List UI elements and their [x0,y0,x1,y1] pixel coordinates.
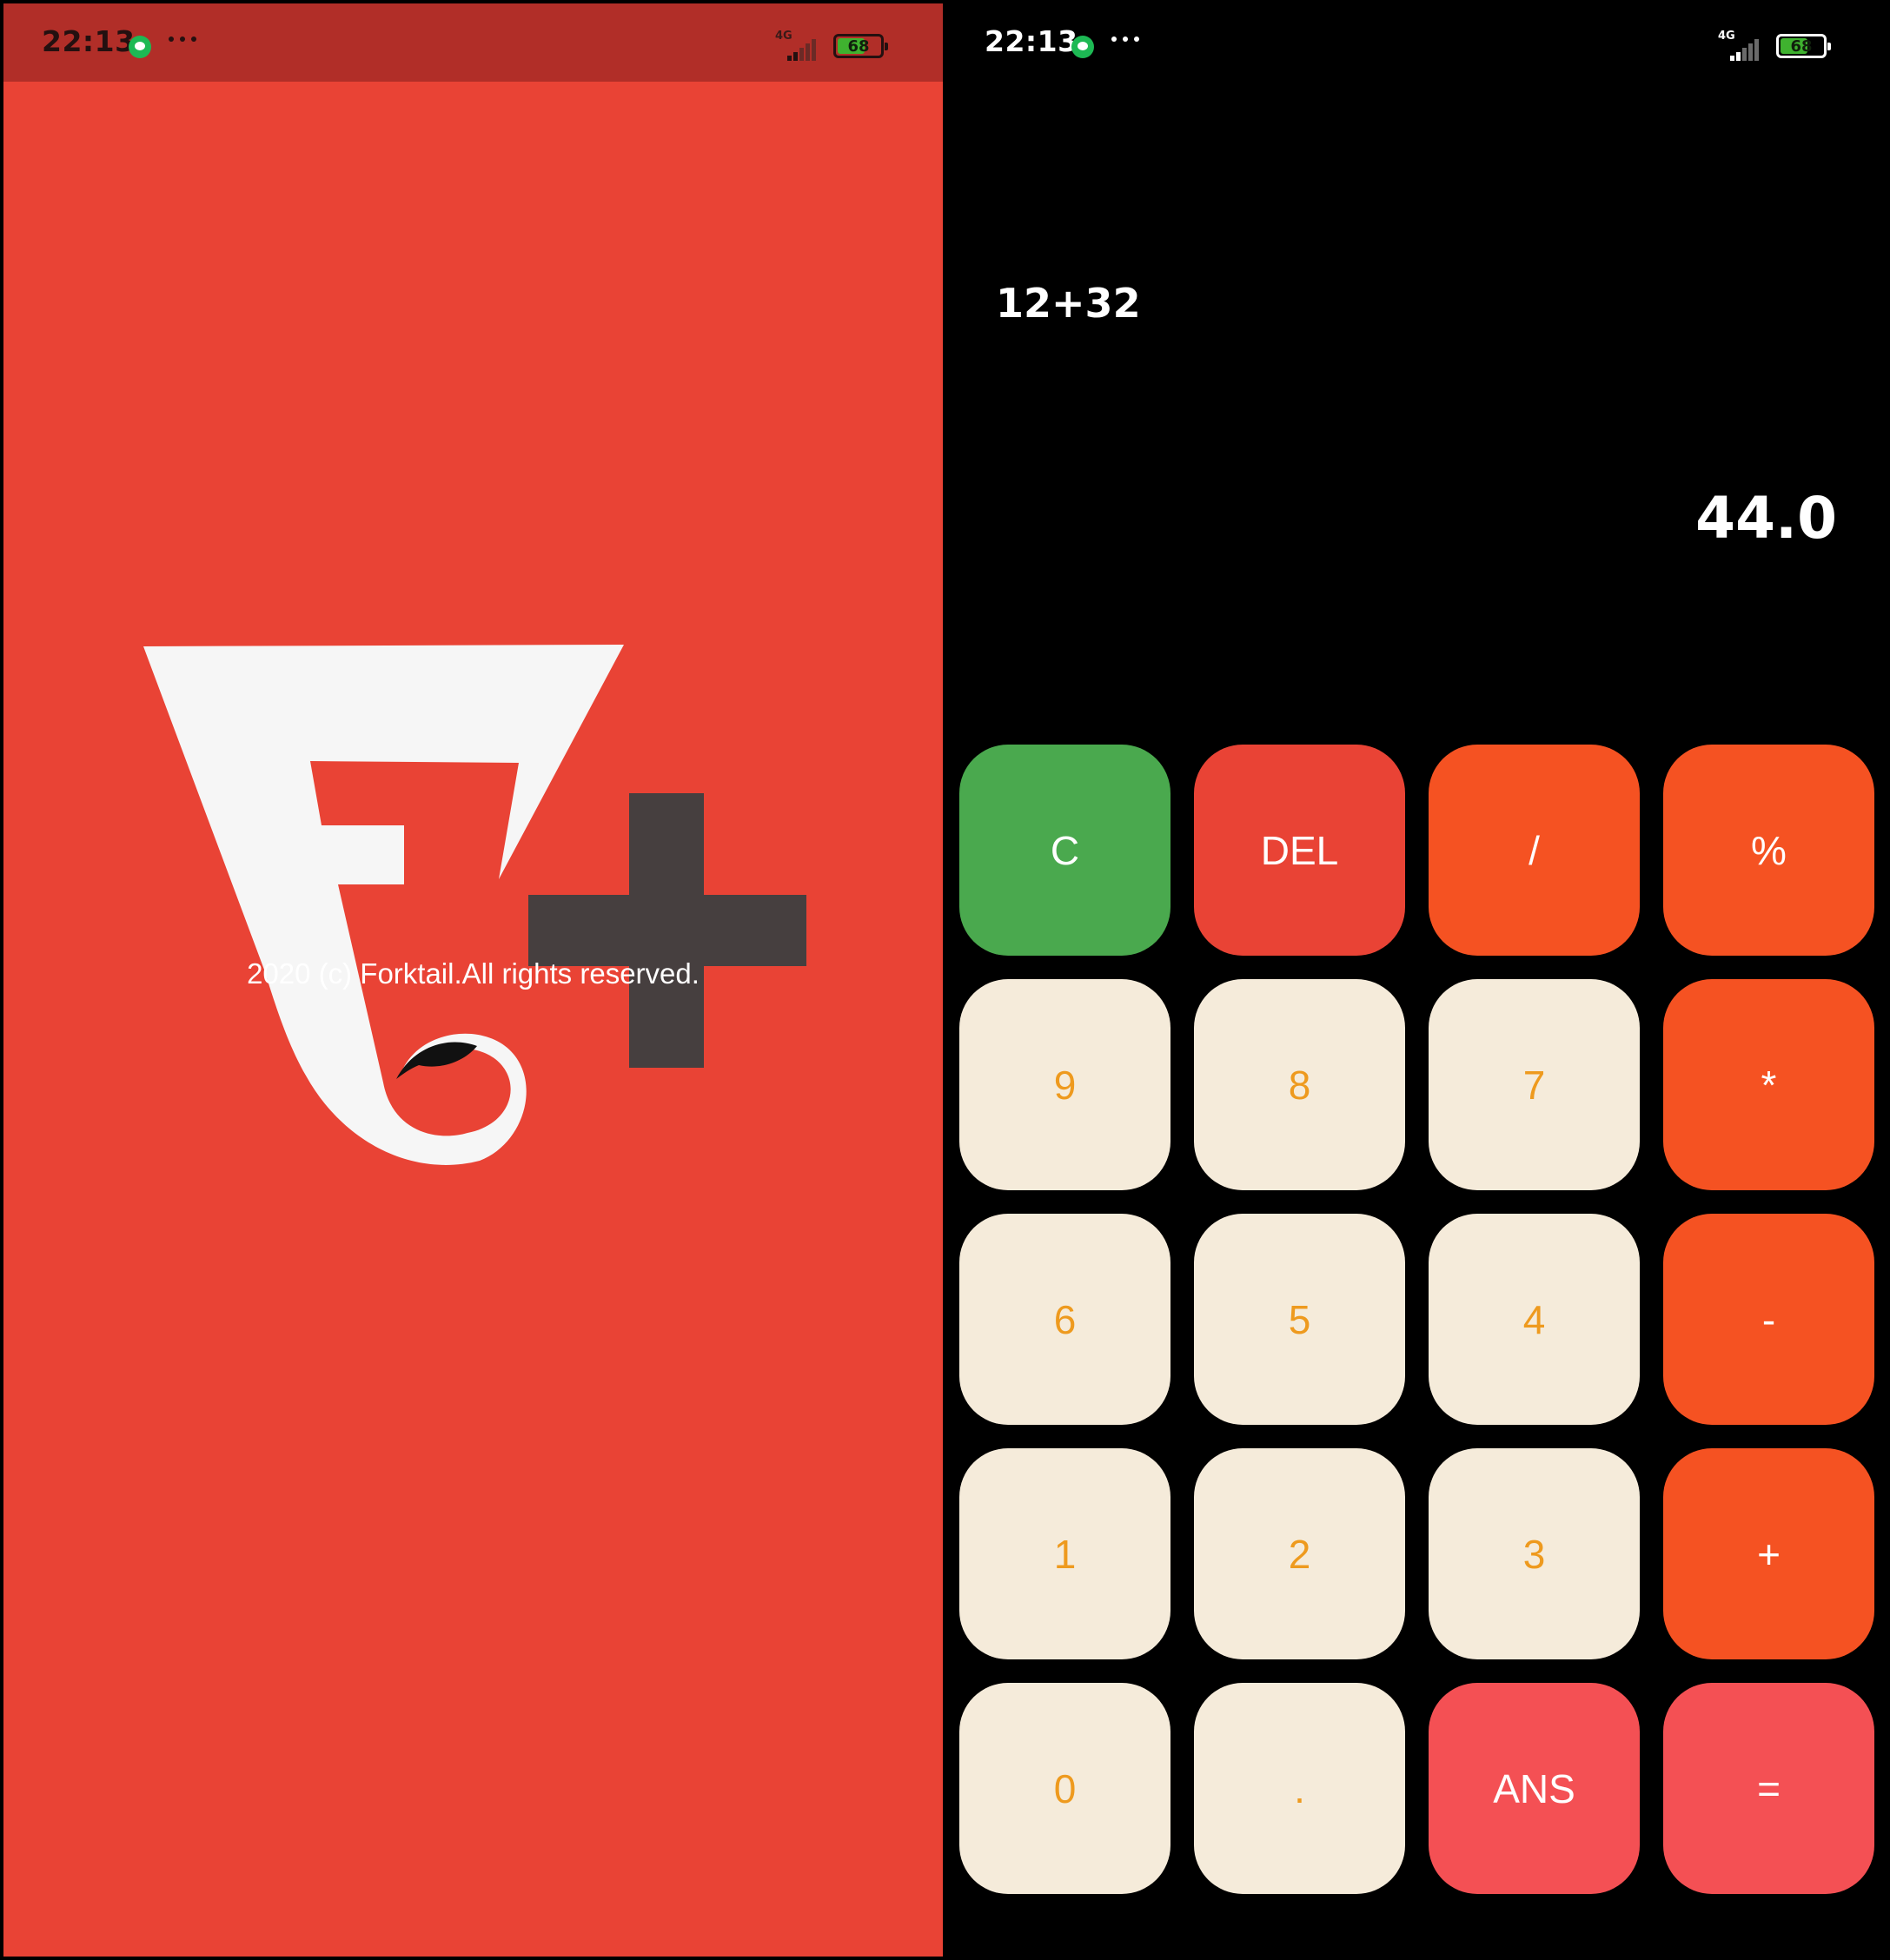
multiply-button[interactable]: * [1663,979,1874,1190]
subtract-button[interactable]: - [1663,1214,1874,1425]
result-display: 44.0 [1695,485,1837,552]
digit-2-button[interactable]: 2 [1194,1448,1405,1659]
status-time: 22:13 [985,24,1078,58]
status-bar: 22:13 4G 68 [946,3,1887,82]
percent-button[interactable]: % [1663,745,1874,956]
equals-button[interactable]: = [1663,1683,1874,1894]
digit-3-button[interactable]: 3 [1429,1448,1640,1659]
digit-1-button[interactable]: 1 [959,1448,1170,1659]
digit-0-button[interactable]: 0 [959,1683,1170,1894]
divide-button[interactable]: / [1429,745,1640,956]
digit-9-button[interactable]: 9 [959,979,1170,1190]
digit-7-button[interactable]: 7 [1429,979,1640,1190]
more-notifications-icon [1111,36,1146,43]
digit-8-button[interactable]: 8 [1194,979,1405,1190]
digit-6-button[interactable]: 6 [959,1214,1170,1425]
decimal-point-button[interactable]: . [1194,1683,1405,1894]
battery-icon: 68 [1776,34,1831,58]
answer-button[interactable]: ANS [1429,1683,1640,1894]
calculator-screen: 22:13 4G 68 12+32 44.0 C DEL /% 9 8 7 * 6 5 4- 1 2 3… [946,3,1887,1957]
digit-5-button[interactable]: 5 [1194,1214,1405,1425]
chat-notification-icon [1071,36,1094,58]
add-button[interactable]: + [1663,1448,1874,1659]
delete-button[interactable]: DEL [1194,745,1405,956]
expression-display: 12+32 [996,280,1141,327]
digit-4-button[interactable]: 4 [1429,1214,1640,1425]
splash-screen: 22:13 4G 68 2020 (c) Forktail.All rights… [3,3,943,1957]
screenshot-stage: 22:13 4G 68 2020 (c) Forktail.All rights… [0,0,1890,1960]
clear-button[interactable]: C [959,745,1170,956]
copyright-text: 2020 (c) Forktail.All rights reserved. [247,957,700,990]
plus-icon [528,793,806,1068]
cellular-signal-icon: 4G [1714,30,1767,64]
keypad: C DEL /% 9 8 7 * 6 5 4- 1 2 3 +0. ANS = [959,745,1874,1894]
